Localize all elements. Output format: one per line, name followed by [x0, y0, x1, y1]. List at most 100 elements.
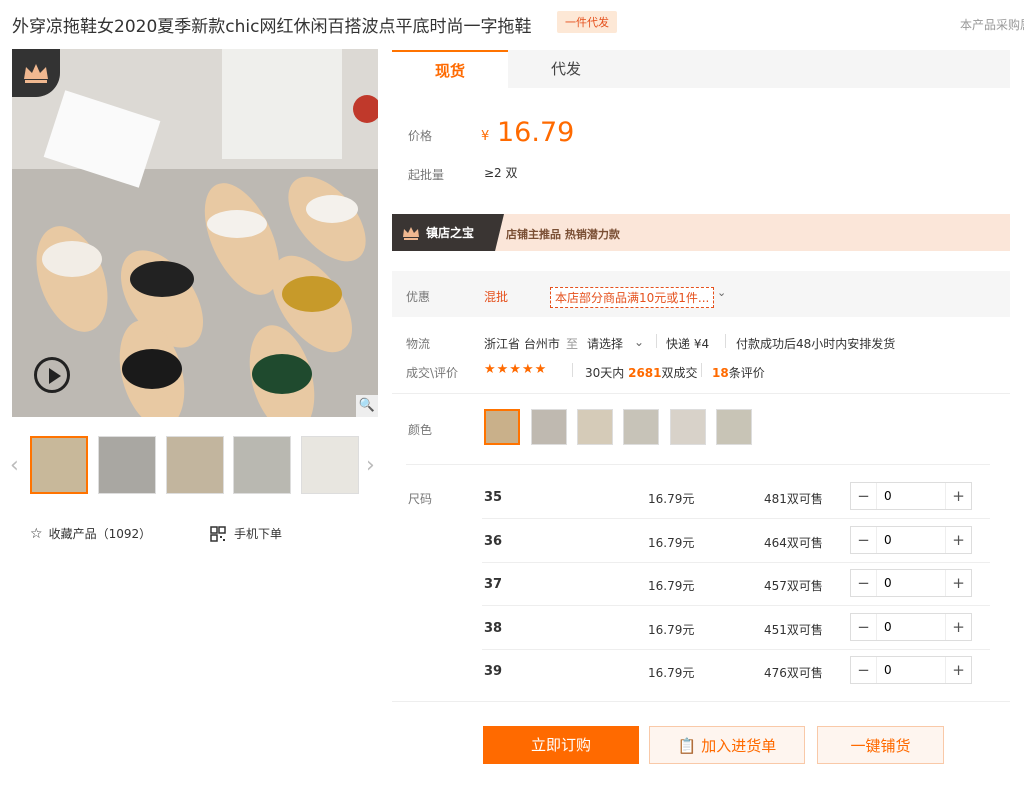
chevron-down-icon[interactable]: ⌄ [717, 286, 726, 299]
plus-icon[interactable]: + [945, 614, 971, 640]
destination-select[interactable]: 请选择 [587, 335, 623, 352]
quantity-stepper: − + [850, 526, 972, 554]
qr-code-icon [210, 525, 226, 542]
deal-period: 30天内 [585, 366, 625, 380]
color-option[interactable] [531, 409, 567, 445]
price-currency: ¥ [481, 129, 490, 144]
thumbnail[interactable] [30, 436, 88, 494]
deal-number: 2681 [628, 366, 662, 380]
banner-badge: 镇店之宝 [392, 214, 504, 251]
size-stock: 457双可售 [764, 579, 823, 593]
promo-type: 混批 [484, 290, 509, 304]
size-row: 38 16.79元 451双可售 − + [482, 606, 990, 650]
price-label: 价格 [408, 129, 433, 143]
product-photo [12, 49, 378, 417]
featured-banner: 镇店之宝 店铺主推品 热销潜力款 [392, 214, 1010, 251]
express-fee: 快递 ¥4 [666, 337, 710, 351]
plus-icon[interactable]: + [945, 527, 971, 553]
mobile-order-label: 手机下单 [234, 527, 283, 541]
size-price: 16.79元 [648, 492, 695, 506]
minus-icon[interactable]: − [851, 657, 877, 683]
quantity-input[interactable] [878, 527, 944, 553]
size-row: 37 16.79元 457双可售 − + [482, 562, 990, 606]
minus-icon[interactable]: − [851, 483, 877, 509]
deals-label: 成交\评价 [406, 366, 459, 380]
size-row: 36 16.79元 464双可售 − + [482, 519, 990, 563]
minus-icon[interactable]: − [851, 527, 877, 553]
main-product-image[interactable]: 🔍 [12, 49, 378, 417]
review-count[interactable]: 18条评价 [712, 364, 765, 381]
size-stock: 481双可售 [764, 492, 823, 506]
color-option[interactable] [577, 409, 613, 445]
size-stock: 464双可售 [764, 536, 823, 550]
logistics-label: 物流 [406, 337, 431, 351]
tab-spot[interactable]: 现货 [392, 50, 508, 88]
product-title: 外穿凉拖鞋女2020夏季新款chic网红休闲百搭波点平底时尚一字拖鞋 [12, 17, 532, 37]
divider [572, 363, 573, 377]
size-stock: 476双可售 [764, 666, 823, 680]
size-name: 39 [484, 664, 503, 679]
deal-unit: 双成交 [661, 366, 698, 380]
one-click-distribute-button[interactable]: 一键铺货 [817, 726, 944, 764]
tab-dropship[interactable]: 代发 [508, 50, 624, 88]
color-option[interactable] [716, 409, 752, 445]
play-video-icon[interactable] [34, 357, 70, 393]
favorite-product[interactable]: ☆ 收藏产品（1092） [30, 525, 151, 542]
mobile-order[interactable]: 手机下单 [210, 525, 282, 542]
thumb-next-icon[interactable]: › [366, 453, 375, 478]
thumbnail[interactable] [166, 436, 224, 494]
quantity-stepper: − + [850, 569, 972, 597]
size-name: 36 [484, 534, 503, 549]
divider [392, 393, 1010, 394]
color-option[interactable] [670, 409, 706, 445]
thumbnail[interactable] [98, 436, 156, 494]
dropship-badge: 一件代发 [557, 11, 617, 33]
crown-icon [24, 64, 48, 83]
divider [701, 363, 702, 377]
trade-tabs: 现货 代发 [392, 50, 1010, 88]
promo-tag[interactable]: 本店部分商品满10元或1件... [550, 287, 715, 308]
plus-icon[interactable]: + [945, 657, 971, 683]
rating-stars: ★★★★★ [484, 362, 548, 377]
crown-badge [12, 49, 60, 97]
color-option[interactable] [623, 409, 659, 445]
order-now-button[interactable]: 立即订购 [483, 726, 639, 764]
color-option[interactable] [484, 409, 520, 445]
shipping-time: 付款成功后48小时内安排发货 [736, 337, 896, 351]
plus-icon[interactable]: + [945, 483, 971, 509]
thumb-prev-icon[interactable]: ‹ [10, 453, 19, 478]
thumbnail[interactable] [301, 436, 359, 494]
size-price: 16.79元 [648, 666, 695, 680]
logistics-origin: 浙江省 台州市 [484, 337, 560, 351]
size-name: 37 [484, 577, 503, 592]
size-price: 16.79元 [648, 623, 695, 637]
minus-icon[interactable]: − [851, 614, 877, 640]
header-note: 本产品采购属 [960, 18, 1024, 32]
quantity-input[interactable] [878, 614, 944, 640]
chevron-down-icon[interactable]: ⌄ [634, 335, 644, 349]
minus-icon[interactable]: − [851, 570, 877, 596]
crown-icon [403, 226, 419, 240]
divider [392, 701, 1010, 702]
size-stock: 451双可售 [764, 623, 823, 637]
quantity-input[interactable] [878, 570, 944, 596]
zoom-icon[interactable]: 🔍 [356, 395, 378, 417]
divider [656, 334, 657, 348]
promotion-row: 优惠 混批 本店部分商品满10元或1件... ⌄ [392, 271, 1010, 317]
size-row: 35 16.79元 481双可售 − + [482, 475, 990, 519]
color-label: 颜色 [408, 423, 433, 437]
add-to-cart-button[interactable]: 📋 加入进货单 [649, 726, 805, 764]
moq-value: ≥2 双 [484, 166, 518, 180]
size-name: 38 [484, 621, 503, 636]
price-value: 16.79 [497, 117, 575, 148]
plus-icon[interactable]: + [945, 570, 971, 596]
size-price: 16.79元 [648, 579, 695, 593]
quantity-input[interactable] [878, 657, 944, 683]
deal-count: 30天内 2681双成交 [585, 364, 698, 381]
quantity-input[interactable] [878, 483, 944, 509]
quantity-stepper: − + [850, 482, 972, 510]
quantity-stepper: − + [850, 656, 972, 684]
logistics-to: 至 [566, 337, 579, 351]
thumbnail[interactable] [233, 436, 291, 494]
add-to-cart-label: 加入进货单 [701, 737, 777, 755]
